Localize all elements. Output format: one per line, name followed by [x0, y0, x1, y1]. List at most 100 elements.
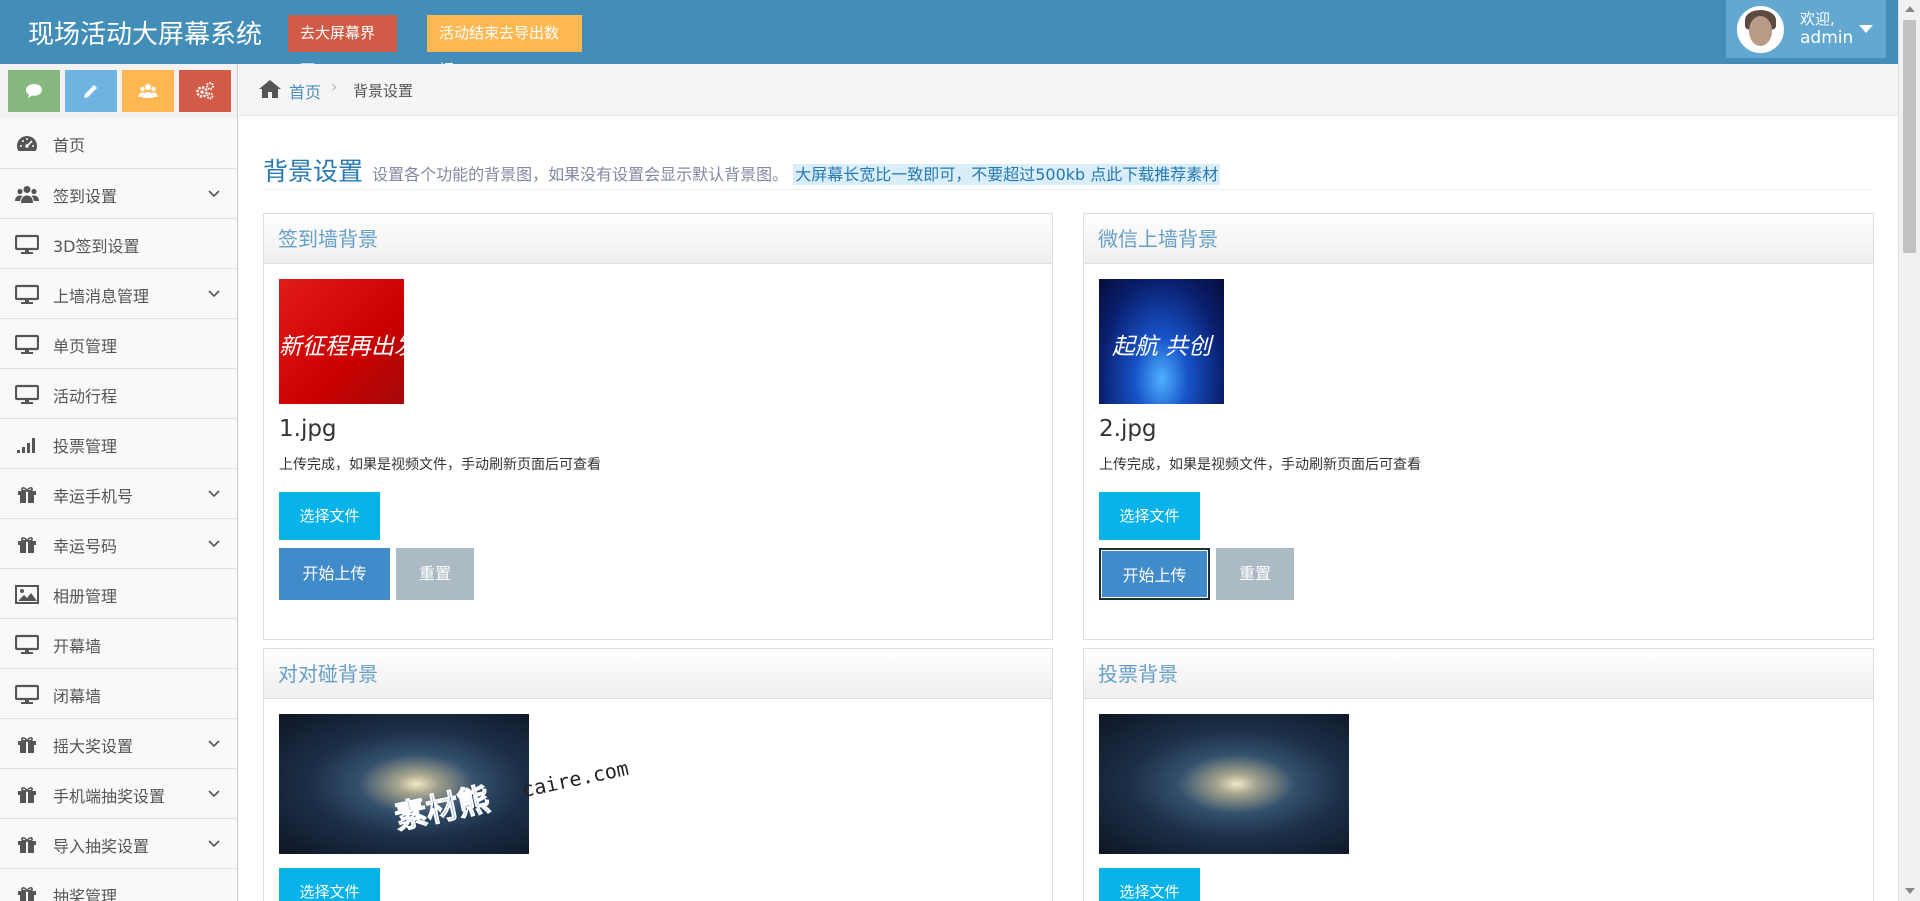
sidebar-item-schedule[interactable]: 活动行程	[0, 368, 237, 418]
gift-icon	[18, 737, 36, 753]
sidebar-item-label: 开幕墙	[53, 637, 102, 656]
desktop-icon	[15, 284, 39, 304]
avatar	[1737, 6, 1784, 53]
scroll-up-icon[interactable]	[1905, 6, 1915, 12]
choose-file-button[interactable]: 选择文件	[279, 868, 380, 901]
dashboard-icon	[17, 136, 37, 151]
sidebar: 首页 签到设置 3D签到设置 上墙消息管理 单页管理 活动行程 投票管理 幸运手…	[0, 64, 238, 901]
desktop-icon	[15, 334, 39, 354]
sidebar-item-lucky-number[interactable]: 幸运号码	[0, 518, 237, 568]
sidebar-item-vote[interactable]: 投票管理	[0, 418, 237, 468]
upload-note: 上传完成，如果是视频文件，手动刷新页面后可查看	[1099, 457, 1421, 473]
breadcrumb: 首页 › 背景设置	[239, 64, 1898, 116]
sidebar-item-label: 投票管理	[53, 437, 118, 456]
users-icon[interactable]	[122, 70, 174, 112]
sidebar-item-opening-wall[interactable]: 开幕墙	[0, 618, 237, 668]
start-upload-button[interactable]: 开始上传	[1099, 548, 1210, 600]
desktop-icon	[15, 384, 39, 404]
sidebar-item-mobile-lottery[interactable]: 手机端抽奖设置	[0, 768, 237, 818]
card-match-game-bg: 对对碰背景 选择文件	[263, 648, 1053, 901]
user-greeting: 欢迎, admin	[1800, 10, 1853, 48]
users-icon	[15, 186, 39, 203]
breadcrumb-separator: ›	[331, 77, 338, 96]
cogs-icon[interactable]	[179, 70, 231, 112]
page-subtitle: 设置各个功能的背景图，如果没有设置会显示默认背景图。	[372, 165, 789, 184]
user-menu[interactable]: 欢迎, admin	[1726, 0, 1886, 58]
sidebar-item-label: 上墙消息管理	[53, 287, 150, 306]
chevron-down-icon	[208, 290, 220, 298]
welcome-text: 欢迎,	[1800, 10, 1835, 28]
card-title: 微信上墙背景	[1084, 214, 1873, 264]
reset-button[interactable]: 重置	[1216, 548, 1294, 600]
gift-icon	[18, 787, 36, 803]
sidebar-item-label: 摇大奖设置	[53, 737, 134, 756]
scroll-down-icon[interactable]	[1905, 888, 1915, 894]
chevron-down-icon	[208, 540, 220, 548]
sidebar-item-label: 活动行程	[53, 387, 118, 406]
chevron-down-icon	[208, 490, 220, 498]
choose-file-button[interactable]: 选择文件	[1099, 492, 1200, 540]
chevron-down-icon	[208, 740, 220, 748]
sidebar-item-checkin-settings[interactable]: 签到设置	[0, 168, 237, 218]
brand-title[interactable]: 现场活动大屏幕系统	[28, 14, 262, 51]
page-title: 背景设置	[263, 157, 364, 186]
sidebar-item-label: 相册管理	[53, 587, 118, 606]
desktop-icon	[15, 234, 39, 254]
sidebar-item-album[interactable]: 相册管理	[0, 568, 237, 618]
desktop-icon	[15, 684, 39, 704]
picture-icon	[15, 585, 39, 604]
background-thumbnail	[279, 714, 529, 854]
sidebar-item-label: 3D签到设置	[53, 237, 140, 256]
thumbnail-text: 新征程再出发	[279, 334, 404, 360]
page-scrollbar[interactable]	[1898, 0, 1920, 901]
start-upload-button[interactable]: 开始上传	[279, 548, 390, 600]
export-data-button[interactable]: 活动结束去导出数据	[427, 15, 582, 79]
gift-icon	[18, 537, 36, 553]
sidebar-item-single-page[interactable]: 单页管理	[0, 318, 237, 368]
sidebar-item-import-lottery[interactable]: 导入抽奖设置	[0, 818, 237, 868]
sidebar-item-lucky-phone[interactable]: 幸运手机号	[0, 468, 237, 518]
go-big-screen-button[interactable]: 去大屏幕界面	[288, 15, 397, 79]
card-checkin-wall-bg: 签到墙背景 新征程再出发 1.jpg 上传完成，如果是视频文件，手动刷新页面后可…	[263, 213, 1053, 640]
sidebar-item-label: 导入抽奖设置	[53, 837, 150, 856]
breadcrumb-home-link[interactable]: 首页	[289, 79, 321, 103]
card-vote-bg: 投票背景 选择文件	[1083, 648, 1874, 901]
card-title: 签到墙背景	[264, 214, 1052, 264]
signal-icon	[17, 438, 35, 453]
gift-icon	[18, 487, 36, 503]
sidebar-item-wall-messages[interactable]: 上墙消息管理	[0, 268, 237, 318]
card-wechat-wall-bg: 微信上墙背景 起航 共创 2.jpg 上传完成，如果是视频文件，手动刷新页面后可…	[1083, 213, 1874, 640]
file-name: 2.jpg	[1099, 416, 1157, 442]
sidebar-item-label: 闭幕墙	[53, 687, 102, 706]
background-thumbnail: 新征程再出发	[279, 279, 404, 404]
comment-icon[interactable]	[8, 70, 60, 112]
card-title: 投票背景	[1084, 649, 1873, 699]
sidebar-menu: 首页 签到设置 3D签到设置 上墙消息管理 单页管理 活动行程 投票管理 幸运手…	[0, 118, 237, 901]
scrollbar-thumb[interactable]	[1903, 20, 1916, 253]
download-materials-link[interactable]: 大屏幕长宽比一致即可，不要超过500kb 点此下载推荐素材	[793, 164, 1221, 185]
sidebar-item-home[interactable]: 首页	[0, 118, 237, 168]
username: admin	[1800, 28, 1854, 48]
background-thumbnail: 起航 共创	[1099, 279, 1224, 404]
choose-file-button[interactable]: 选择文件	[1099, 868, 1200, 901]
choose-file-button[interactable]: 选择文件	[279, 492, 380, 540]
chevron-down-icon	[208, 190, 220, 198]
sidebar-item-label: 手机端抽奖设置	[53, 787, 166, 806]
sidebar-item-label: 签到设置	[53, 187, 118, 206]
sidebar-item-closing-wall[interactable]: 闭幕墙	[0, 668, 237, 718]
sidebar-item-lottery-manage[interactable]: 抽奖管理	[0, 868, 237, 901]
gift-icon	[18, 837, 36, 853]
sidebar-item-shake-prize[interactable]: 摇大奖设置	[0, 718, 237, 768]
breadcrumb-current: 背景设置	[353, 82, 414, 100]
pencil-icon[interactable]	[65, 70, 117, 112]
sidebar-item-label: 抽奖管理	[53, 887, 118, 901]
page-header: 背景设置 设置各个功能的背景图，如果没有设置会显示默认背景图。 大屏幕长宽比一致…	[263, 152, 1874, 190]
background-thumbnail	[1099, 714, 1349, 854]
sidebar-shortcuts	[8, 70, 231, 112]
sidebar-item-label: 幸运号码	[53, 537, 118, 556]
upload-note: 上传完成，如果是视频文件，手动刷新页面后可查看	[279, 457, 601, 473]
sidebar-item-label: 幸运手机号	[53, 487, 134, 506]
home-icon	[259, 80, 281, 98]
sidebar-item-3d-checkin[interactable]: 3D签到设置	[0, 218, 237, 268]
reset-button[interactable]: 重置	[396, 548, 474, 600]
